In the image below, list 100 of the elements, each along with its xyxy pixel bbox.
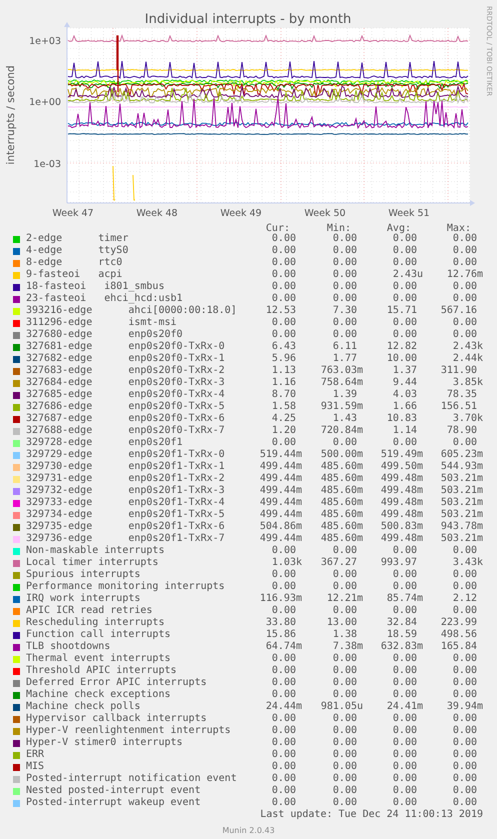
series-label: Function call interrupts (26, 629, 172, 641)
value-cell-text: 1.39 (332, 389, 358, 401)
value-cell-text: 311.90 (440, 365, 478, 377)
value-cell-text: 981.05u (320, 701, 363, 713)
value-cell-text: 0.00 (332, 605, 358, 617)
value-cell-text: 0.00 (392, 605, 418, 617)
value-cell-text: 0.00 (392, 773, 418, 785)
value-cell-text: 485.60m (320, 461, 363, 473)
value-cell-text: 2.43k (452, 341, 483, 353)
value-cell-text: 0.00 (452, 437, 478, 449)
series-label: Hyper-V reenlightenment interrupts (26, 725, 232, 737)
value-cell-text: 1.77 (332, 353, 358, 365)
value-cell-text: 544.93m (440, 461, 483, 473)
value-cell-text: 1.03k (270, 557, 302, 569)
value-cell-text: 0.00 (270, 725, 297, 737)
value-cell-text: 0.00 (452, 329, 478, 341)
x-tick-label: Week 50 (304, 208, 346, 219)
value-cell-text: 0.00 (452, 245, 478, 257)
value-cell-text: 500.00m (320, 449, 363, 461)
value-cell-text: 367.27 (320, 557, 358, 569)
value-cell-text: 2.44k (452, 353, 483, 365)
series-label: 329735-edge enp0s20f1-TxRx-6 (26, 521, 226, 533)
value-cell-text: 0.00 (392, 797, 418, 809)
series-label: Threshold APIC interrupts (26, 665, 178, 677)
value-cell-text: 4.03 (392, 389, 418, 401)
series-label: Local timer interrupts (26, 557, 160, 569)
value-cell-text: 499.44m (258, 509, 302, 521)
value-cell-text: 498.56 (440, 629, 478, 641)
series-label: 329732-edge enp0s20f1-TxRx-3 (26, 485, 226, 497)
value-cell-text: 0.00 (270, 773, 297, 785)
value-cell-text: 0.00 (332, 689, 358, 701)
value-cell-text: 33.80 (264, 617, 297, 629)
value-cell-text: 0.00 (270, 257, 297, 269)
value-cell-text: 1.43 (332, 413, 358, 425)
value-cell-text: 499.50m (380, 461, 423, 473)
value-cell-text: 1.58 (270, 401, 297, 413)
series-label: ERR (26, 749, 46, 761)
value-cell-text: 499.48m (380, 509, 423, 521)
series-label: Machine check exceptions (26, 689, 172, 701)
value-cell-text: 0.00 (392, 317, 418, 329)
last-update: Last update: Tue Dec 24 11:00:13 2019 (259, 809, 484, 821)
value-cell-text: 0.00 (332, 293, 358, 305)
series-label: Performance monitoring interrupts (26, 581, 226, 593)
value-cell-text: 10.83 (386, 413, 418, 425)
value-cell-text: 0.00 (332, 773, 358, 785)
value-cell-text: 0.00 (452, 785, 478, 797)
value-cell-text: 0.00 (332, 785, 358, 797)
value-cell-text: 499.44m (258, 497, 302, 509)
value-cell-text: 0.00 (270, 605, 297, 617)
series-label: 8-edge rtc0 (26, 257, 124, 269)
value-cell-text: 503.21m (440, 509, 483, 521)
series-label: Rescheduling interrupts (26, 617, 166, 629)
value-cell-text: 0.00 (392, 545, 418, 557)
value-cell-text: 0.00 (332, 749, 358, 761)
value-cell-text: 0.00 (270, 785, 297, 797)
value-cell-text: 0.00 (270, 581, 297, 593)
column-header: Min: (326, 224, 351, 233)
value-cell-text: 519.44m (258, 449, 302, 461)
series-label: 329728-edge enp0s20f1 (26, 437, 184, 449)
x-tick-label: Week 47 (52, 208, 94, 219)
value-cell-text: 6.11 (332, 341, 358, 353)
value-cell-text: 499.44m (258, 473, 302, 485)
value-cell-text: 499.44m (258, 461, 302, 473)
value-cell-text: 0.00 (270, 245, 297, 257)
value-cell-text: 0.00 (452, 581, 478, 593)
value-cell-text: 0.00 (452, 761, 478, 773)
value-cell-text: 0.00 (452, 797, 478, 809)
value-cell-text: 0.00 (270, 761, 297, 773)
series-label: Posted-interrupt wakeup event (26, 797, 202, 809)
value-cell-text: 0.00 (392, 785, 418, 797)
value-cell-text: 0.00 (392, 689, 418, 701)
value-cell-text: 0.00 (392, 665, 418, 677)
value-cell-text: 0.00 (332, 281, 358, 293)
series-label: 327687-edge enp0s20f0-TxRx-6 (26, 413, 226, 425)
series-label: Hypervisor callback interrupts (26, 713, 208, 725)
value-cell-text: 763.03m (320, 365, 363, 377)
value-cell-text: 0.00 (392, 713, 418, 725)
value-cell-text: 0.00 (452, 653, 478, 665)
value-cell-text: 504.86m (258, 521, 302, 533)
series-label: 9-fasteoi acpi (26, 269, 124, 281)
value-cell-text: 993.97 (380, 557, 418, 569)
y-tick-label: 1e+03 (29, 36, 61, 47)
series-label: 329730-edge enp0s20f1-TxRx-1 (26, 461, 226, 473)
x-tick-label: Week 51 (388, 208, 430, 219)
value-cell-text: 7.30 (332, 305, 358, 317)
value-cell-text: 0.00 (452, 233, 478, 245)
value-cell-text: 0.00 (392, 233, 418, 245)
value-cell-text: 499.48m (380, 473, 423, 485)
value-cell-text: 499.44m (258, 485, 302, 497)
series-label: 327686-edge enp0s20f0-TxRx-5 (26, 401, 226, 413)
value-cell-text: 503.21m (440, 497, 483, 509)
value-cell-text: 0.00 (270, 545, 297, 557)
value-cell-text: 0.00 (270, 233, 297, 245)
value-cell-text: 1.66 (392, 401, 418, 413)
value-cell-text: 0.00 (452, 773, 478, 785)
series-label: Nested posted-interrupt event (26, 785, 202, 797)
value-cell-text: 0.00 (332, 545, 358, 557)
value-cell-text: 0.00 (270, 569, 297, 581)
value-cell-text: 503.21m (440, 533, 483, 545)
value-cell-text: 8.70 (270, 389, 297, 401)
